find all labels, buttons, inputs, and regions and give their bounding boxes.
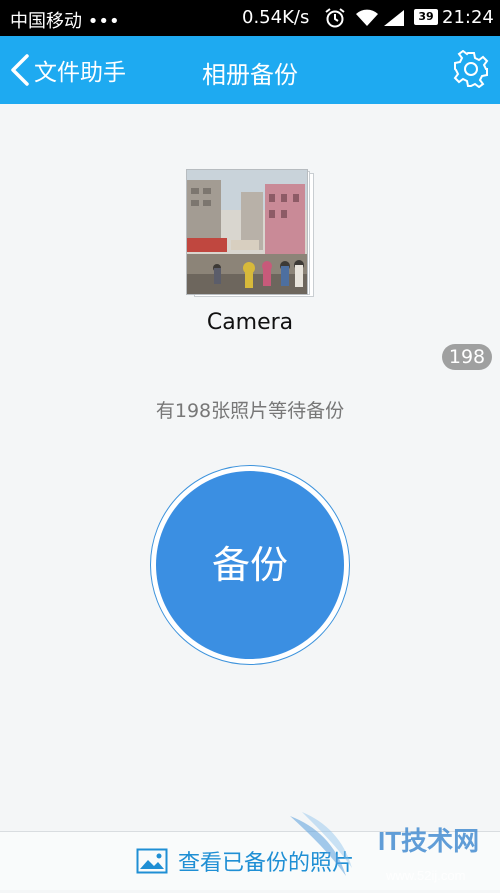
clock: 21:24 (442, 7, 494, 28)
status-bar: 中国移动 ••• 0.54K/s 39 21:24 (0, 0, 500, 36)
alarm-icon (324, 8, 346, 33)
photo-count-badge: 198 (442, 344, 492, 370)
settings-button[interactable] (452, 49, 490, 89)
network-speed: 0.54K/s (242, 7, 310, 28)
bottom-bar: 查看已备份的照片 (0, 831, 500, 890)
album-name: Camera (206, 310, 294, 335)
pending-status-text: 有198张照片等待备份 (155, 400, 345, 422)
signal-icon (382, 9, 406, 32)
album-thumbnail[interactable]: 198 (186, 169, 492, 370)
album-cover-photo (186, 169, 308, 295)
view-backed-photos-label: 查看已备份的照片 (178, 851, 355, 876)
backup-button[interactable]: 备份 (150, 465, 350, 665)
title-bar: 文件助手 相册备份 (0, 36, 500, 104)
carrier-label: 中国移动 ••• (10, 11, 120, 32)
backup-button-label: 备份 (156, 471, 344, 659)
gear-icon (453, 49, 489, 89)
image-icon (136, 848, 168, 874)
page-title: 相册备份 (202, 61, 298, 89)
view-backed-photos-link[interactable]: 查看已备份的照片 (136, 845, 354, 877)
wifi-icon (355, 9, 379, 32)
battery-icon: 39 (414, 9, 438, 25)
